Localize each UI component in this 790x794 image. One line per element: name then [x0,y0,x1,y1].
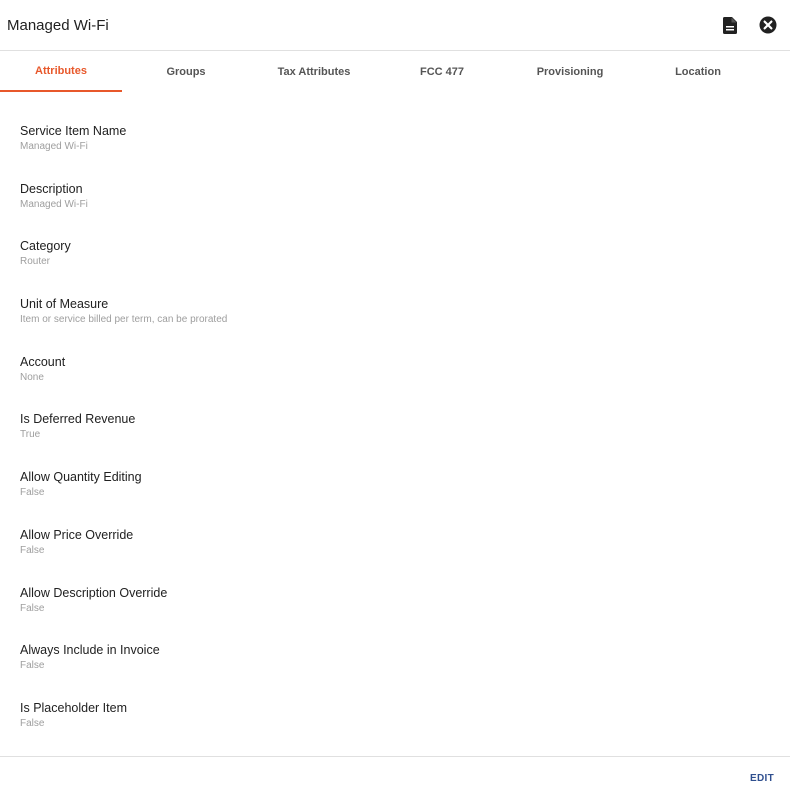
tab-fcc-477[interactable]: FCC 477 [381,51,503,92]
field-value: False [20,487,45,499]
field-label: Always Include in Invoice [20,643,160,658]
field-value: False [20,602,45,614]
field-value: False [20,660,45,672]
attributes-list: Service Item Name Managed Wi-Fi Descript… [20,124,620,759]
field-label: Service Item Name [20,124,127,138]
tab-bar: Attributes Groups Tax Attributes FCC 477… [0,51,790,92]
dialog-title: Managed Wi-Fi [7,17,109,34]
field-value: None [20,371,44,383]
field-category: Category Router [20,239,620,297]
field-label: Description [20,181,83,196]
field-allow-description-override: Allow Description Override False [20,586,620,644]
field-allow-price-override: Allow Price Override False [20,528,620,586]
dialog-footer: EDIT [0,756,790,794]
field-label: Allow Quantity Editing [20,470,142,485]
document-icon[interactable] [720,15,740,35]
field-label: Category [20,239,71,254]
field-service-item-name: Service Item Name Managed Wi-Fi [20,124,620,182]
field-label: Unit of Measure [20,297,109,312]
field-description: Description Managed Wi-Fi [20,182,620,240]
field-is-placeholder-item: Is Placeholder Item False [20,701,620,759]
field-account: Account None [20,355,620,413]
field-value: False [20,717,45,729]
field-label: Allow Description Override [20,585,168,600]
field-always-include-in-invoice: Always Include in Invoice False [20,643,620,701]
tab-groups[interactable]: Groups [125,51,247,92]
service-item-dialog: Managed Wi-Fi Attributes Groups Tax Attr… [0,0,790,794]
field-label: Account [20,354,66,369]
tab-attributes[interactable]: Attributes [0,51,122,92]
tab-location[interactable]: Location [637,51,759,92]
field-label: Is Deferred Revenue [20,412,136,427]
tab-tax-attributes[interactable]: Tax Attributes [253,51,375,92]
field-label: Is Placeholder Item [20,700,127,715]
field-value: Managed Wi-Fi [20,198,88,210]
field-label: Allow Price Override [20,527,134,542]
field-value: False [20,544,45,556]
edit-button[interactable]: EDIT [750,773,774,784]
field-unit-of-measure: Unit of Measure Item or service billed p… [20,297,620,355]
dialog-header: Managed Wi-Fi [0,0,790,51]
close-circle-icon[interactable] [758,15,778,35]
field-value: True [20,429,41,441]
field-value: Router [20,256,51,268]
field-is-deferred-revenue: Is Deferred Revenue True [20,412,620,470]
tab-provisioning[interactable]: Provisioning [509,51,631,92]
field-allow-quantity-editing: Allow Quantity Editing False [20,470,620,528]
field-value: Managed Wi-Fi [20,141,88,152]
field-value: Item or service billed per term, can be … [20,314,228,326]
